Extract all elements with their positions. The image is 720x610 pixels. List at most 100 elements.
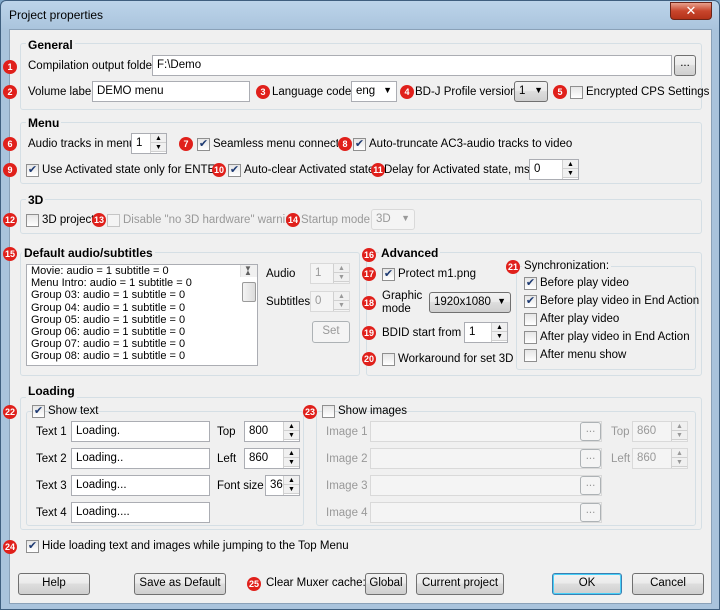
image3-browse-button[interactable]: ... (580, 476, 601, 495)
disable-warning-checkbox[interactable] (107, 214, 120, 227)
help-button[interactable]: Help (18, 573, 90, 595)
volume-label-input[interactable]: DEMO menu (92, 81, 250, 102)
sync-after-play-end-checkbox[interactable] (524, 331, 537, 344)
text3-input[interactable]: Loading... (71, 475, 210, 496)
threed-project-checkbox[interactable] (26, 214, 39, 227)
marker-10: 10 (212, 163, 226, 177)
image1-label: Image 1 (326, 426, 368, 438)
cancel-button[interactable]: Cancel (632, 573, 704, 595)
marker-25: 25 (247, 577, 261, 591)
audio-value: 1 (315, 267, 322, 279)
current-project-button[interactable]: Current project (416, 573, 504, 595)
seamless-checkbox[interactable]: ✔ (197, 138, 210, 151)
spinner-arrows-icon[interactable]: ▲ ▼ (333, 264, 349, 283)
language-code-select[interactable]: eng ▼ (351, 81, 397, 102)
image1-input[interactable] (370, 421, 602, 442)
image1-browse-button[interactable]: ... (580, 422, 601, 441)
autoclear-checkbox[interactable]: ✔ (228, 164, 241, 177)
activated-state-label: Use Activated state only for ENTER (42, 164, 224, 176)
threed-project-label: 3D project (42, 214, 95, 226)
spinner-arrows-icon[interactable]: ▲ ▼ (671, 449, 687, 468)
image3-input[interactable] (370, 475, 602, 496)
graphic-mode-label2: mode (382, 303, 411, 315)
text4-input[interactable]: Loading.... (71, 502, 210, 523)
marker-1: 1 (3, 60, 17, 74)
scroll-down-icon[interactable]: ▼ (244, 265, 252, 275)
graphic-mode-select[interactable]: 1920x1080 ▼ (429, 292, 511, 313)
sync-before-play-end-label: Before play video in End Action (540, 295, 700, 307)
hide-loading-checkbox[interactable]: ✔ (26, 540, 39, 553)
spinner-arrows-icon[interactable]: ▲ ▼ (562, 160, 578, 179)
list-item[interactable]: Menu Intro: audio = 1 subtitle = 0 (27, 277, 257, 289)
marker-21: 21 (506, 260, 520, 274)
img-top-spinner[interactable]: 860 ▲ ▼ (632, 421, 688, 442)
list-item[interactable]: Group 07: audio = 1 subtitle = 0 (27, 338, 257, 350)
threed-header: 3D (26, 193, 46, 207)
audio-spinner[interactable]: 1 ▲ ▼ (310, 263, 350, 284)
show-images-checkbox[interactable] (322, 405, 335, 418)
set-button[interactable]: Set (312, 321, 350, 343)
show-text-checkbox[interactable]: ✔ (32, 405, 45, 418)
graphic-mode-label1: Graphic (382, 290, 423, 302)
global-button[interactable]: Global (365, 573, 407, 595)
spinner-arrows-icon[interactable]: ▲ ▼ (283, 449, 299, 468)
sync-before-play-end-checkbox[interactable]: ✔ (524, 295, 537, 308)
bdj-profile-select[interactable]: 1 ▼ (514, 81, 548, 102)
left-label: Left (217, 453, 237, 465)
spinner-arrows-icon[interactable]: ▲ ▼ (671, 422, 687, 441)
sync-before-play-checkbox[interactable]: ✔ (524, 277, 537, 290)
protect-m1-checkbox[interactable]: ✔ (382, 268, 395, 281)
marker-3: 3 (256, 85, 270, 99)
startup-mode-select[interactable]: 3D ▼ (371, 209, 415, 230)
list-item[interactable]: Group 04: audio = 1 subtitle = 0 (27, 302, 257, 314)
ok-button[interactable]: OK (552, 573, 622, 595)
delay-spinner[interactable]: 0 ▲ ▼ (529, 159, 579, 180)
activated-state-checkbox[interactable]: ✔ (26, 164, 39, 177)
list-item[interactable]: Group 03: audio = 1 subtitle = 0 (27, 289, 257, 301)
encrypted-cps-checkbox[interactable] (570, 86, 583, 99)
audio-tracks-spinner[interactable]: 1 ▲ ▼ (131, 133, 167, 154)
sync-header: Synchronization: (522, 260, 612, 272)
marker-19: 19 (362, 326, 376, 340)
save-default-button[interactable]: Save as Default (134, 573, 226, 595)
spinner-arrows-icon[interactable]: ▲ ▼ (150, 134, 166, 153)
list-item[interactable]: Group 06: audio = 1 subtitle = 0 (27, 326, 257, 338)
output-folder-input[interactable]: F:\Demo (152, 55, 672, 76)
sync-after-menu-checkbox[interactable] (524, 349, 537, 362)
marker-13: 13 (92, 213, 106, 227)
top-spinner[interactable]: 800 ▲ ▼ (244, 421, 300, 442)
startup-mode-label: Startup mode (301, 214, 371, 226)
image4-input[interactable] (370, 502, 602, 523)
loading-header: Loading (26, 384, 77, 398)
sync-after-play-checkbox[interactable] (524, 313, 537, 326)
image2-browse-button[interactable]: ... (580, 449, 601, 468)
image4-browse-button[interactable]: ... (580, 503, 601, 522)
close-button[interactable]: ✕ (670, 2, 712, 20)
spinner-arrows-icon[interactable]: ▲ ▼ (491, 323, 507, 342)
bdid-spinner[interactable]: 1 ▲ ▼ (464, 322, 508, 343)
list-item[interactable]: Group 05: audio = 1 subtitle = 0 (27, 314, 257, 326)
list-item[interactable]: Group 08: audio = 1 subtitle = 0 (27, 350, 257, 362)
spinner-arrows-icon[interactable]: ▲ ▼ (283, 476, 299, 495)
scroll-thumb[interactable] (242, 282, 256, 302)
autotruncate-checkbox[interactable]: ✔ (353, 138, 366, 151)
img-left-spinner[interactable]: 860 ▲ ▼ (632, 448, 688, 469)
default-audio-list[interactable]: Movie: audio = 1 subtitle = 0 Menu Intro… (26, 264, 258, 366)
browse-folder-button[interactable]: ... (674, 55, 696, 76)
subtitles-spinner[interactable]: 0 ▲ ▼ (310, 291, 350, 312)
marker-15: 15 (3, 247, 17, 261)
text2-input[interactable]: Loading.. (71, 448, 210, 469)
left-spinner[interactable]: 860 ▲ ▼ (244, 448, 300, 469)
workaround-checkbox[interactable] (382, 353, 395, 366)
spinner-arrows-icon[interactable]: ▲ ▼ (333, 292, 349, 311)
text4-label: Text 4 (36, 507, 67, 519)
image2-input[interactable] (370, 448, 602, 469)
encrypted-cps-label: Encrypted CPS Settings (586, 86, 710, 98)
chevron-down-icon: ▼ (383, 85, 392, 95)
top-label: Top (217, 426, 236, 438)
spinner-arrows-icon[interactable]: ▲ ▼ (283, 422, 299, 441)
text1-input[interactable]: Loading. (71, 421, 210, 442)
list-scrollbar[interactable]: ▲ ▼ (240, 265, 257, 302)
list-item[interactable]: Movie: audio = 1 subtitle = 0 (27, 265, 257, 277)
fontsize-spinner[interactable]: 36 ▲ ▼ (265, 475, 300, 496)
